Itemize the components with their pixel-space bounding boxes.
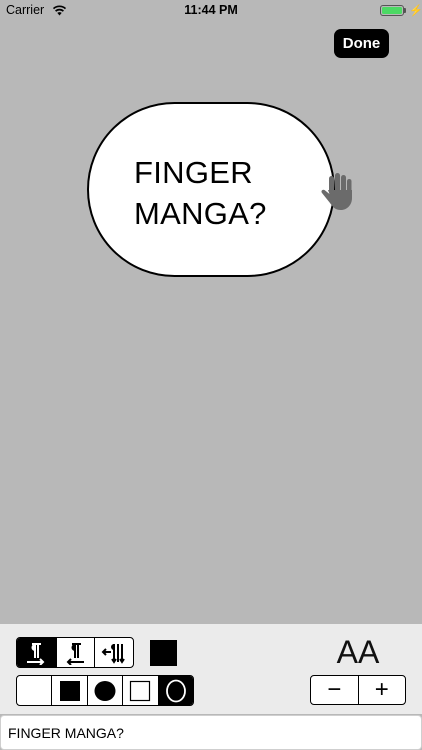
direction-option-vertical[interactable] <box>94 638 133 667</box>
paragraph-left-icon <box>67 642 85 665</box>
outline-circle-icon <box>165 679 186 702</box>
shape-option-filled-square[interactable] <box>51 676 86 705</box>
direction-option-paragraph-left[interactable] <box>55 638 95 667</box>
filled-square-icon <box>59 680 80 701</box>
hand-icon[interactable] <box>316 170 356 212</box>
font-size-stepper: − + <box>310 675 406 705</box>
done-button[interactable]: Done <box>334 29 389 58</box>
status-bar: Carrier 11:44 PM ⚡ <box>0 0 422 22</box>
text-color-swatch[interactable] <box>150 640 177 666</box>
battery-icon <box>380 5 404 16</box>
outline-square-icon <box>130 680 151 701</box>
increase-font-button[interactable]: + <box>357 676 406 704</box>
direction-option-paragraph-right[interactable] <box>17 638 56 667</box>
filled-circle-icon <box>94 680 116 701</box>
speech-bubble[interactable]: FINGER MANGA? <box>87 102 335 277</box>
font-size-label: AA <box>336 634 380 670</box>
bubble-text: FINGER MANGA? <box>134 155 267 231</box>
clock: 11:44 PM <box>184 3 238 17</box>
bubble-shape-control <box>16 675 194 706</box>
shape-option-none[interactable] <box>17 676 51 705</box>
battery-cap <box>404 8 406 13</box>
vertical-text-icon <box>101 643 125 664</box>
shape-option-outline-square[interactable] <box>122 676 157 705</box>
paragraph-right-icon <box>27 642 45 665</box>
shape-option-outline-circle[interactable] <box>157 676 193 705</box>
decrease-font-button[interactable]: − <box>311 676 358 704</box>
shape-option-filled-circle[interactable] <box>86 676 122 705</box>
bubble-text-input[interactable] <box>0 715 422 750</box>
charging-icon: ⚡ <box>409 5 422 17</box>
text-direction-control <box>16 637 134 668</box>
